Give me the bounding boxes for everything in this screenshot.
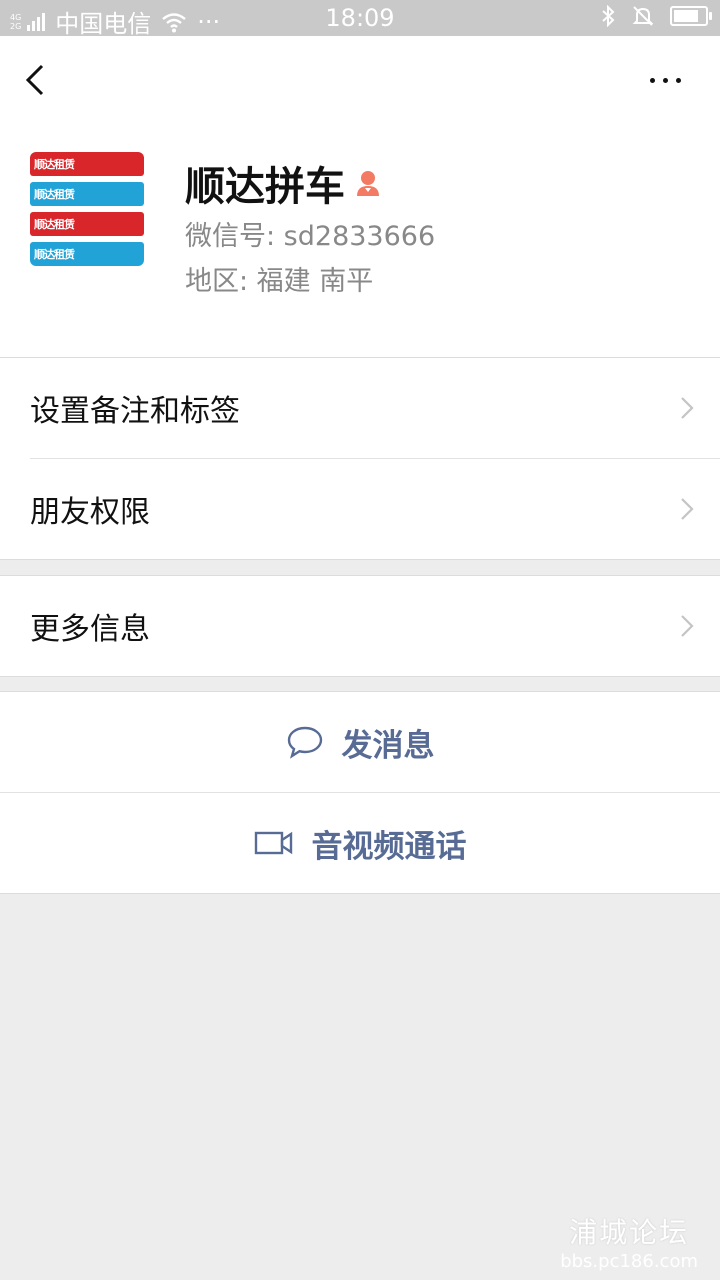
watermark-title: 浦城论坛 (569, 1216, 690, 1249)
menu-group-more: 更多信息 (0, 575, 720, 677)
chat-bubble-icon (286, 725, 324, 759)
mute-bell-icon (632, 6, 654, 26)
chevron-right-icon (681, 498, 694, 520)
action-group: 发消息 音视频通话 (0, 691, 720, 894)
avatar-banner-row: 顺达租赁 (30, 152, 144, 176)
contact-name-row: 顺达拼车 (185, 154, 383, 212)
status-bar: 4G 2G 中国电信 ··· 18:09 (0, 0, 720, 38)
set-remark-and-tags[interactable]: 设置备注和标签 (0, 358, 720, 458)
video-call-label: 音视频通话 (311, 828, 467, 865)
battery-level (674, 10, 698, 22)
avatar[interactable]: 顺达租赁 顺达租赁 顺达租赁 顺达租赁 (30, 152, 144, 266)
cell-label: 更多信息 (30, 612, 150, 647)
status-right (600, 5, 712, 27)
avatar-banner-row: 顺达租赁 (30, 182, 144, 206)
friend-permissions[interactable]: 朋友权限 (0, 459, 720, 559)
wechat-id: 微信号: sd2833666 (185, 221, 436, 252)
region: 地区: 福建 南平 (185, 266, 374, 297)
back-button[interactable] (20, 60, 60, 100)
menu-group-settings: 设置备注和标签 朋友权限 (0, 357, 720, 560)
avatar-banner-row: 顺达租赁 (30, 212, 144, 236)
profile-card: 顺达租赁 顺达租赁 顺达租赁 顺达租赁 顺达拼车 微信号: sd2833666 地区:… (0, 124, 720, 357)
chevron-left-icon (25, 64, 44, 96)
video-camera-icon (254, 830, 294, 856)
bluetooth-icon (602, 5, 615, 27)
more-dots-icon (650, 77, 655, 83)
watermark: 浦城论坛 bbs.pc186.com (560, 1211, 698, 1272)
watermark-url: bbs.pc186.com (560, 1251, 698, 1272)
chevron-right-icon (681, 397, 694, 419)
send-message-button[interactable]: 发消息 (0, 692, 720, 792)
avatar-banner-row: 顺达租赁 (30, 242, 144, 266)
send-message-label: 发消息 (341, 727, 435, 764)
video-call-button[interactable]: 音视频通话 (0, 793, 720, 893)
more-button[interactable] (650, 70, 690, 90)
cell-label: 朋友权限 (30, 495, 150, 530)
contact-name: 顺达拼车 (185, 164, 345, 210)
female-icon (357, 171, 379, 196)
top-nav (0, 36, 720, 124)
battery-icon (670, 6, 712, 26)
cell-label: 设置备注和标签 (30, 394, 240, 429)
more-info[interactable]: 更多信息 (0, 576, 720, 676)
chevron-right-icon (681, 615, 694, 637)
